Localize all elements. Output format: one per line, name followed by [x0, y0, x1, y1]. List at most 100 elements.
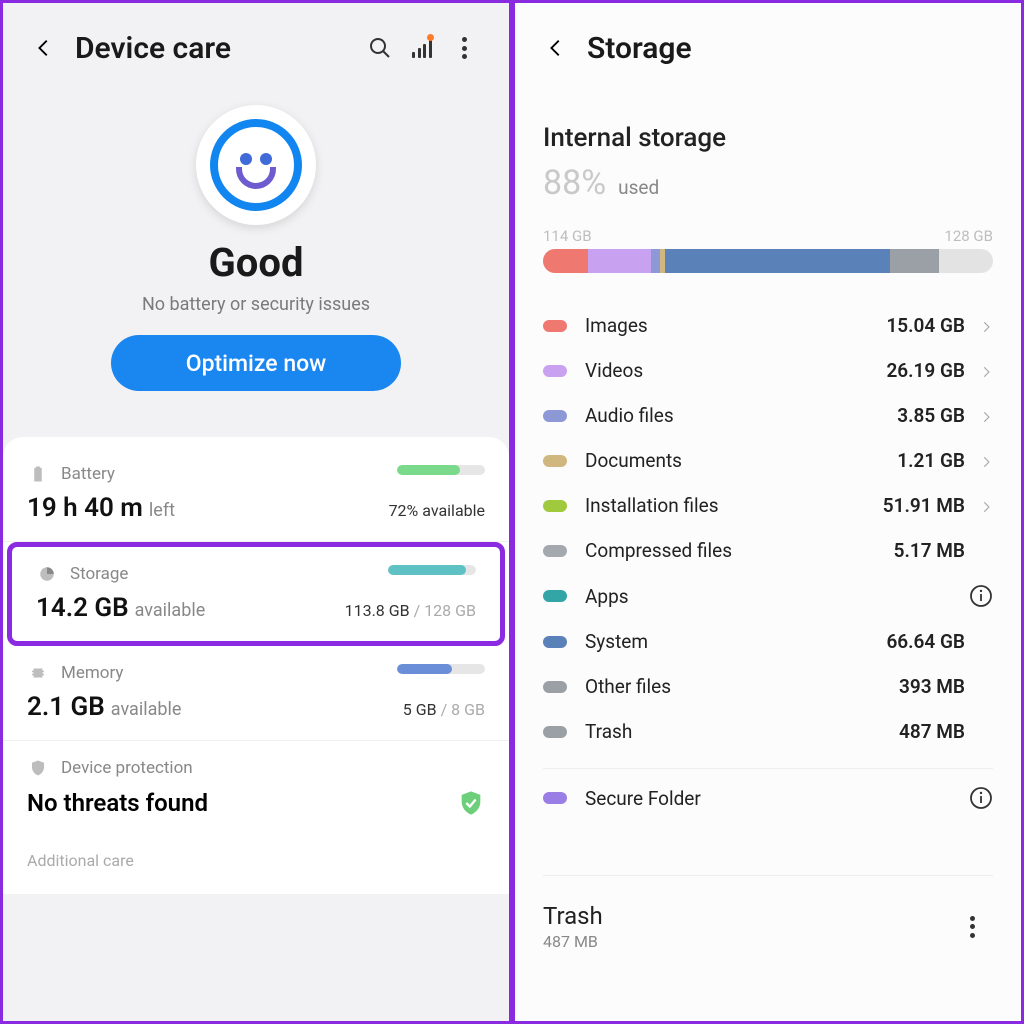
storage-usage-bar [543, 249, 993, 273]
category-row[interactable]: Trash487 MB [543, 709, 993, 754]
topbar: Storage [515, 3, 1021, 93]
notification-dot [427, 34, 434, 41]
status-subtitle: No battery or security issues [27, 294, 485, 315]
chevron-left-icon [33, 37, 55, 59]
back-button[interactable] [27, 31, 61, 65]
category-name: Other files [585, 675, 899, 698]
category-size: 51.91 MB [883, 494, 965, 517]
storage-screen: Storage Internal storage 88% used 114 GB… [512, 0, 1024, 1024]
back-button[interactable] [539, 31, 573, 65]
additional-care-label: Additional care [3, 837, 509, 884]
category-row[interactable]: Audio files3.85 GB [543, 393, 993, 438]
category-size: 26.19 GB [886, 359, 965, 382]
category-name: System [585, 630, 886, 653]
used-label: used [618, 176, 659, 199]
category-name: Installation files [585, 494, 883, 517]
storage-value: 14.2 GB [36, 593, 129, 623]
secure-folder-label: Secure Folder [585, 787, 969, 810]
category-name: Videos [585, 359, 886, 382]
category-row[interactable]: Compressed files5.17 MB [543, 528, 993, 573]
device-care-screen: Device care Good No battery or security … [0, 0, 512, 1024]
signal-icon [412, 38, 432, 58]
bar-label-left: 114 GB [543, 227, 592, 245]
category-size: 66.64 GB [886, 630, 965, 653]
signal-button[interactable] [401, 27, 443, 69]
storage-row[interactable]: Storage 14.2 GB available 113.8 GB / 128… [7, 542, 505, 646]
category-color-icon [543, 726, 567, 738]
smile-icon [210, 119, 302, 211]
category-name: Audio files [585, 404, 897, 427]
category-color-icon [543, 545, 567, 557]
trash-more-button[interactable] [951, 906, 993, 948]
battery-suffix: left [149, 500, 175, 521]
chevron-right-icon [979, 319, 993, 333]
category-size: 1.21 GB [897, 449, 965, 472]
trash-section[interactable]: Trash 487 MB [543, 875, 993, 951]
category-row[interactable]: Apps [543, 573, 993, 619]
storage-icon [36, 563, 58, 585]
hero-section: Good No battery or security issues Optim… [3, 93, 509, 391]
category-row[interactable]: Installation files51.91 MB [543, 483, 993, 528]
category-color-icon [543, 365, 567, 377]
category-color-icon [543, 410, 567, 422]
search-icon [368, 36, 392, 60]
topbar: Device care [3, 3, 509, 93]
section-subtitle: Internal storage [543, 123, 993, 153]
battery-row[interactable]: Battery 19 h 40 m left 72% available [3, 447, 509, 542]
category-color-icon [543, 636, 567, 648]
category-name: Documents [585, 449, 897, 472]
battery-icon [27, 463, 49, 485]
memory-icon [27, 662, 49, 684]
category-row[interactable]: Videos26.19 GB [543, 348, 993, 393]
chevron-right-icon [979, 364, 993, 378]
category-color-icon [543, 455, 567, 467]
category-row[interactable]: Other files393 MB [543, 664, 993, 709]
search-button[interactable] [359, 27, 401, 69]
chevron-left-icon [545, 37, 567, 59]
battery-bar [397, 465, 485, 475]
trash-size: 487 MB [543, 932, 951, 951]
category-size: 15.04 GB [886, 314, 965, 337]
category-size: 3.85 GB [897, 404, 965, 427]
trash-title: Trash [543, 902, 951, 930]
memory-suffix: available [111, 699, 182, 720]
battery-label: Battery [61, 464, 115, 484]
category-color-icon [543, 500, 567, 512]
memory-fraction: 5 GB / 8 GB [403, 700, 485, 719]
optimize-button[interactable]: Optimize now [111, 335, 401, 391]
category-name: Compressed files [585, 539, 894, 562]
page-title: Device care [75, 31, 231, 66]
battery-available: 72% available [389, 501, 485, 520]
storage-bar [388, 565, 476, 575]
memory-label: Memory [61, 663, 123, 683]
protection-label: Device protection [61, 758, 193, 778]
status-icon-wrap [196, 105, 316, 225]
category-color-icon [543, 590, 567, 602]
stats-panel: Battery 19 h 40 m left 72% available Sto… [3, 437, 509, 894]
category-color-icon [543, 320, 567, 332]
secure-folder-row[interactable]: Secure Folder [543, 775, 993, 821]
chevron-right-icon [979, 499, 993, 513]
category-size: 487 MB [899, 720, 965, 743]
protection-value: No threats found [27, 789, 208, 817]
info-icon[interactable] [969, 584, 993, 608]
category-size: 393 MB [899, 675, 965, 698]
memory-value: 2.1 GB [27, 692, 105, 722]
storage-suffix: available [135, 600, 206, 621]
category-size: 5.17 MB [894, 539, 965, 562]
chevron-right-icon [979, 454, 993, 468]
category-name: Trash [585, 720, 899, 743]
category-color-icon [543, 681, 567, 693]
bar-label-right: 128 GB [944, 227, 993, 245]
memory-row[interactable]: Memory 2.1 GB available 5 GB / 8 GB [3, 646, 509, 741]
more-menu-button[interactable] [443, 27, 485, 69]
category-row[interactable]: System66.64 GB [543, 619, 993, 664]
battery-value: 19 h 40 m [27, 493, 143, 523]
protection-row[interactable]: Device protection No threats found [3, 741, 509, 837]
category-row[interactable]: Documents1.21 GB [543, 438, 993, 483]
info-icon[interactable] [969, 786, 993, 810]
category-row[interactable]: Images15.04 GB [543, 303, 993, 348]
used-percentage: 88% [543, 163, 606, 203]
memory-bar [397, 664, 485, 674]
category-list: Images15.04 GBVideos26.19 GBAudio files3… [543, 303, 993, 754]
